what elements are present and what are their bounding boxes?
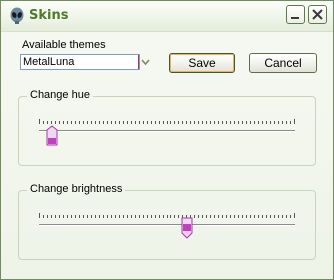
theme-select[interactable]: MetalLuna — [20, 54, 152, 70]
hue-slider[interactable] — [39, 119, 297, 149]
title-bar[interactable]: Skins — [1, 1, 333, 32]
alien-icon — [10, 7, 24, 24]
brightness-track[interactable] — [39, 224, 295, 226]
close-icon — [312, 9, 323, 20]
theme-select-value[interactable]: MetalLuna — [20, 54, 140, 70]
hue-group: Change hue — [18, 89, 316, 166]
brightness-ticks — [39, 213, 295, 218]
window-title: Skins — [29, 8, 69, 23]
hue-ticks — [39, 119, 295, 124]
minimize-button[interactable] — [286, 5, 305, 24]
hue-track[interactable] — [39, 130, 295, 132]
brightness-slider[interactable] — [39, 213, 297, 243]
save-button[interactable]: Save — [169, 53, 235, 73]
minimize-icon — [291, 17, 299, 19]
chevron-down-icon[interactable] — [139, 55, 152, 69]
brightness-label: Change brightness — [27, 183, 126, 195]
hue-thumb[interactable] — [46, 125, 58, 147]
themes-label: Available themes — [22, 39, 106, 51]
close-button[interactable] — [308, 5, 327, 24]
hue-label: Change hue — [27, 89, 93, 101]
cancel-button[interactable]: Cancel — [249, 53, 317, 73]
brightness-thumb[interactable] — [181, 217, 193, 239]
skins-window: Skins Available themes MetalLuna Save Ca… — [0, 0, 334, 280]
brightness-group: Change brightness — [18, 183, 316, 260]
